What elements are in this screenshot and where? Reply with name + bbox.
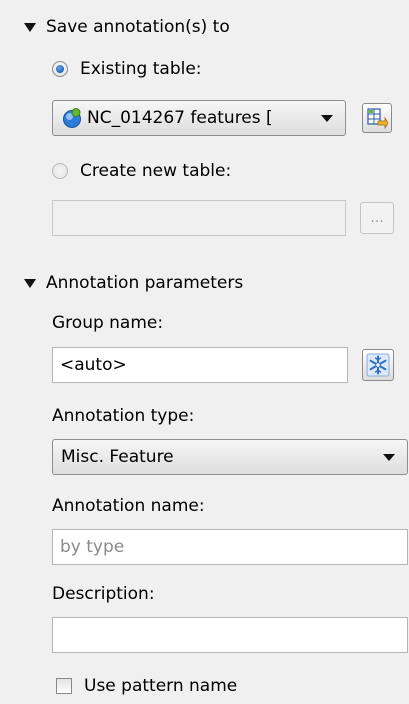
use-pattern-name-option[interactable]: Use pattern name — [56, 671, 237, 701]
snowflake-icon — [366, 353, 390, 377]
save-section-title: Save annotation(s) to — [46, 17, 230, 37]
database-icon — [61, 107, 83, 129]
group-name-input[interactable]: <auto> — [52, 347, 348, 383]
existing-table-radio[interactable] — [52, 61, 68, 77]
save-section-header[interactable]: Save annotation(s) to — [24, 12, 230, 42]
chevron-down-icon — [24, 278, 36, 288]
group-name-value: <auto> — [60, 355, 127, 375]
create-new-table-option[interactable]: Create new table: — [52, 156, 231, 186]
group-name-label: Group name: — [52, 313, 164, 333]
existing-table-combo[interactable]: NC_014267 features [ — [52, 100, 346, 136]
description-input[interactable] — [52, 617, 408, 653]
new-table-path-input[interactable] — [52, 200, 346, 236]
existing-table-combo-value: NC_014267 features [ — [87, 108, 273, 128]
table-import-button[interactable] — [362, 103, 392, 133]
annotation-section-header[interactable]: Annotation parameters — [24, 268, 243, 298]
annotation-name-input[interactable]: by type — [52, 529, 408, 565]
annotation-type-label: Annotation type: — [52, 406, 195, 426]
annotation-type-combo[interactable]: Misc. Feature — [52, 439, 408, 475]
chevron-down-icon — [24, 22, 36, 32]
description-label: Description: — [52, 584, 155, 604]
existing-table-option[interactable]: Existing table: — [52, 54, 202, 84]
use-pattern-name-label: Use pattern name — [84, 676, 238, 696]
annotation-type-value: Misc. Feature — [61, 447, 174, 467]
ellipsis-icon: ... — [370, 210, 384, 226]
browse-button[interactable]: ... — [360, 202, 394, 234]
annotation-section-title: Annotation parameters — [46, 273, 244, 293]
annotation-name-label: Annotation name: — [52, 496, 205, 516]
table-import-icon — [367, 108, 388, 129]
create-new-table-radio[interactable] — [52, 163, 68, 179]
existing-table-label: Existing table: — [80, 59, 202, 79]
use-pattern-name-checkbox[interactable] — [56, 678, 72, 694]
auto-group-button[interactable] — [362, 349, 394, 381]
annotation-name-placeholder: by type — [60, 537, 125, 557]
create-new-table-label: Create new table: — [80, 161, 232, 181]
chevron-down-icon — [321, 114, 333, 122]
chevron-down-icon — [383, 453, 395, 461]
